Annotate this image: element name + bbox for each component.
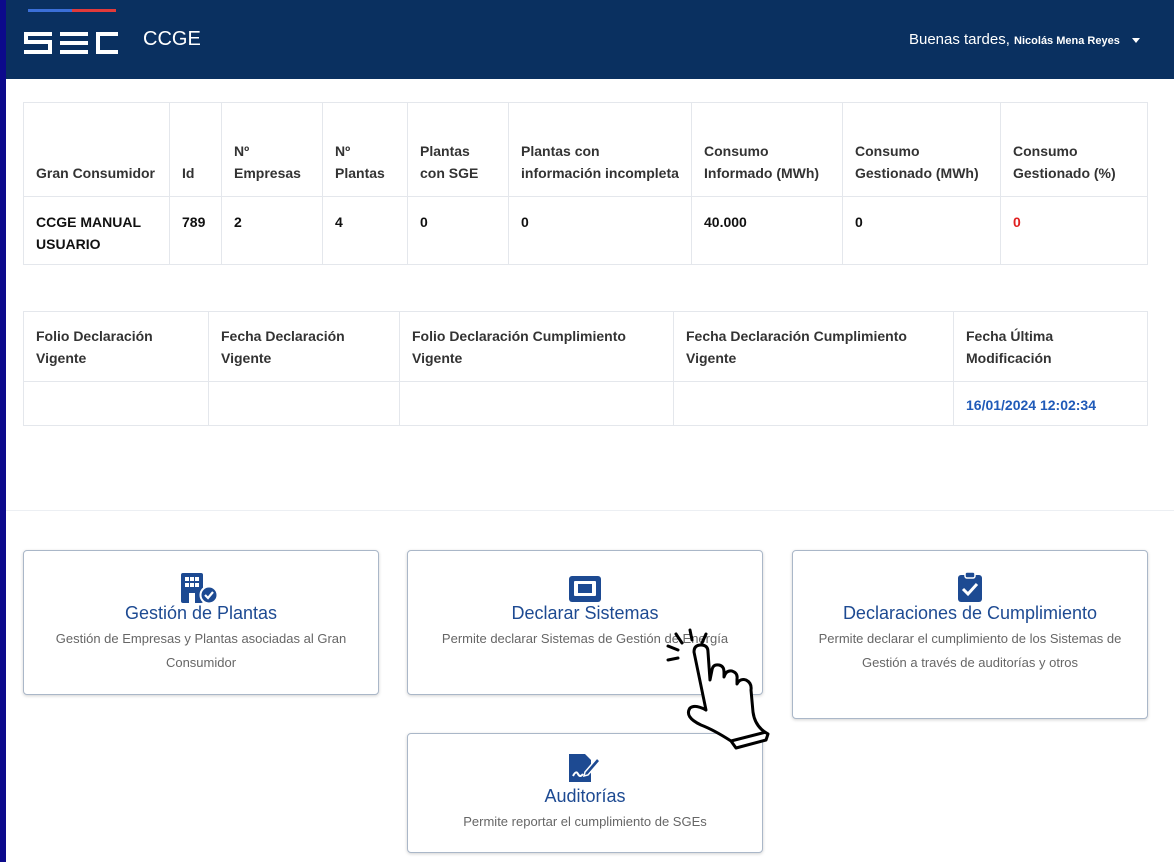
col-header: Nº Empresas [221,102,323,197]
caret-down-icon [1132,37,1140,43]
cell-last-modified[interactable]: 16/01/2024 12:02:34 [953,381,1148,426]
app-title: CCGE [143,28,201,50]
cell-plants-sge: 0 [407,196,509,265]
col-header: Fecha Declaración Vigente [208,311,400,382]
card-description: Permite declarar el cumplimiento de los … [818,631,1122,670]
cell-fecha [208,381,400,426]
cell-companies: 2 [221,196,323,265]
col-header: Consumo Gestionado (%) [1000,102,1148,197]
cell-consumer: CCGE MANUAL USUARIO [23,196,170,265]
clipboard-check-icon [958,571,982,602]
document-signature-icon [569,754,602,782]
card-description: Gestión de Empresas y Plantas asociadas … [55,631,347,670]
col-header: Plantas con SGE [407,102,509,197]
card-declaraciones-cumplimiento[interactable]: Declaraciones de Cumplimiento Permite de… [792,550,1148,719]
summary-table: Gran Consumidor Id Nº Empresas Nº Planta… [23,102,1148,265]
cell-folio-cumplimiento [399,381,674,426]
cell-consumption-reported: 40.000 [691,196,843,265]
col-header: Gran Consumidor [23,102,170,197]
card-title: Declarar Sistemas [511,603,659,623]
col-header: Folio Declaración Cumplimiento Vigente [399,311,674,382]
cell-folio [23,381,209,426]
building-check-icon [181,573,219,605]
sec-logo[interactable] [24,20,124,60]
card-auditorias[interactable]: Auditorías Permite reportar el cumplimie… [407,733,763,853]
col-header: Consumo Gestionado (MWh) [842,102,1001,197]
col-header: Nº Plantas [322,102,408,197]
table-row: 16/01/2024 12:02:34 [23,381,1148,426]
monitor-icon [569,576,601,602]
top-navbar: CCGE Buenas tardes, Nicolás Mena Reyes [6,0,1174,79]
card-declarar-sistemas[interactable]: Declarar Sistemas Permite declarar Siste… [407,550,763,695]
cell-consumption-managed-pct: 0 [1000,196,1148,265]
table-row: CCGE MANUAL USUARIO 789 2 4 0 0 40.000 0… [23,196,1148,265]
flag-stripe [6,0,1174,12]
card-gestion-plantas[interactable]: Gestión de Plantas Gestión de Empresas y… [23,550,379,695]
col-header: Fecha Última Modificación [953,311,1148,382]
cell-plants: 4 [322,196,408,265]
card-description: Permite declarar Sistemas de Gestión de … [441,631,729,646]
col-header: Consumo Informado (MWh) [691,102,843,197]
card-title: Gestión de Plantas [124,603,278,623]
cell-id: 789 [169,196,222,265]
cell-plants-incomplete: 0 [508,196,692,265]
card-title: Auditorías [544,786,626,806]
user-name: Nicolás Mena Reyes [1014,35,1120,47]
table-header-row: Folio Declaración Vigente Fecha Declarac… [23,311,1148,382]
cell-fecha-cumplimiento [673,381,954,426]
card-description: Permite reportar el cumplimiento de SGEs [463,814,707,829]
table-header-row: Gran Consumidor Id Nº Empresas Nº Planta… [23,102,1148,197]
greeting-text: Buenas tardes, [908,31,1010,48]
user-menu[interactable]: Buenas tardes, Nicolás Mena Reyes [909,31,1140,48]
section-divider [6,510,1174,511]
app-frame: CCGE Buenas tardes, Nicolás Mena Reyes G… [6,0,1174,862]
col-header: Fecha Declaración Cumplimiento Vigente [673,311,954,382]
declaration-table: Folio Declaración Vigente Fecha Declarac… [23,311,1148,426]
col-header: Plantas con información incompleta [508,102,692,197]
cell-consumption-managed: 0 [842,196,1001,265]
col-header: Id [169,102,222,197]
col-header: Folio Declaración Vigente [23,311,209,382]
card-title: Declaraciones de Cumplimiento [842,603,1098,623]
